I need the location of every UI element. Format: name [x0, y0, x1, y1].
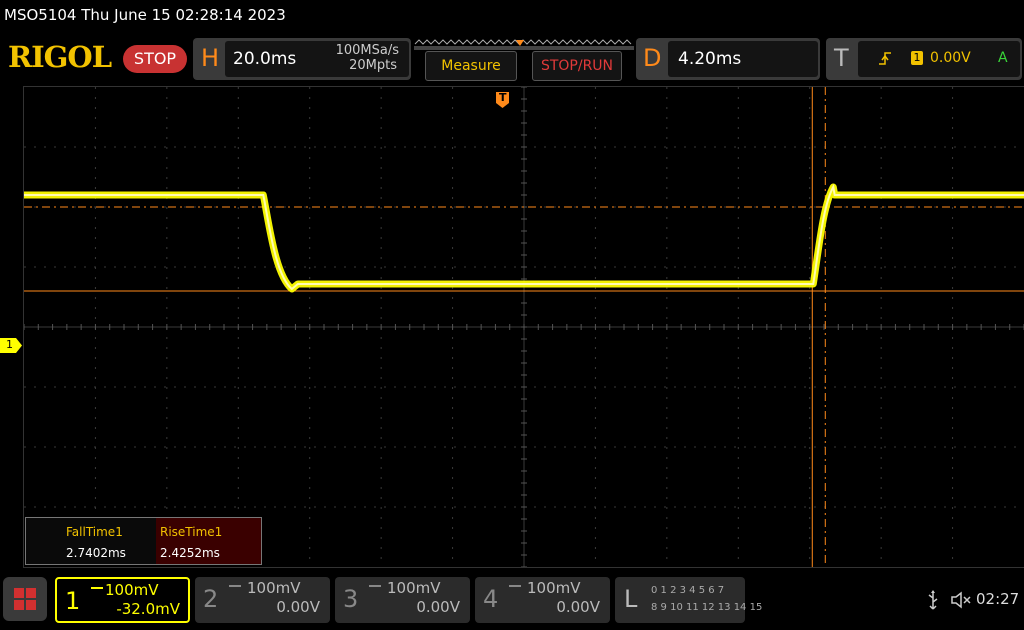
menu-grid-button[interactable] — [3, 577, 47, 621]
logic-channels-row-1: 0 1 2 3 4 5 6 7 — [651, 585, 725, 596]
delay-readout: 4.20ms — [668, 41, 818, 77]
timebase-value: 20.0ms — [233, 49, 297, 69]
title-bar: MSO5104 Thu June 15 02:28:14 2023 — [0, 0, 1024, 34]
delay-letter: D — [643, 44, 662, 72]
measurement-results[interactable]: FallTime1 2.7402ms RiseTime1 2.4252ms — [25, 517, 262, 565]
clock: 02:27 — [976, 590, 1020, 608]
dc-coupling-icon — [229, 585, 241, 593]
waveform-svg — [23, 86, 1024, 568]
channel-2-number: 2 — [203, 585, 219, 613]
trigger-readout: 1 0.00V A — [858, 41, 1020, 77]
stop-run-button[interactable]: STOP/RUN — [532, 51, 622, 81]
mute-icon[interactable] — [950, 590, 972, 610]
channel-4-scale: 100mV — [527, 579, 581, 597]
channel-2-offset: 0.00V — [276, 598, 320, 616]
channel-4-offset: 0.00V — [556, 598, 600, 616]
delay-panel[interactable]: D 4.20ms — [636, 38, 820, 80]
measure-label-rise: RiseTime1 — [160, 525, 223, 539]
dc-coupling-icon — [509, 585, 521, 593]
channel-4-number: 4 — [483, 585, 499, 613]
usb-icon — [928, 590, 938, 610]
trigger-letter: T — [834, 44, 849, 72]
device-title: MSO5104 Thu June 15 02:28:14 2023 — [4, 6, 286, 24]
measure-value-fall: 2.7402ms — [66, 546, 126, 560]
channel-4-panel[interactable]: 4 100mV 0.00V — [475, 577, 610, 623]
channel-1-number: 1 — [65, 587, 81, 615]
trigger-position-marker[interactable]: T — [496, 91, 509, 108]
memory-depth: 20Mpts — [349, 58, 397, 73]
logic-letter: L — [624, 585, 638, 613]
trigger-source-badge: 1 — [911, 51, 923, 65]
channel-2-panel[interactable]: 2 100mV 0.00V — [195, 577, 330, 623]
grid-menu-icon — [14, 588, 36, 610]
rigol-logo: RIGOL — [8, 40, 112, 74]
trigger-mode: A — [998, 50, 1008, 66]
channel-3-panel[interactable]: 3 100mV 0.00V — [335, 577, 470, 623]
channel-3-offset: 0.00V — [416, 598, 460, 616]
logic-panel[interactable]: L 0 1 2 3 4 5 6 7 8 9 10 11 12 13 14 15 — [615, 577, 762, 623]
trigger-level: 0.00V — [930, 50, 971, 66]
channel-3-scale: 100mV — [387, 579, 441, 597]
channel-1-offset: -32.0mV — [116, 600, 180, 618]
channel-1-panel[interactable]: 1 100mV -32.0mV — [55, 577, 190, 623]
horizontal-readout: 20.0ms 100MSa/s 20Mpts — [225, 41, 409, 77]
trigger-panel[interactable]: T 1 0.00V A — [826, 38, 1022, 80]
waveform-overview[interactable] — [413, 36, 635, 50]
measure-value-rise: 2.4252ms — [160, 546, 220, 560]
rising-edge-icon — [879, 52, 891, 65]
measure-button[interactable]: Measure — [425, 51, 517, 81]
logic-channels-row-2: 8 9 10 11 12 13 14 15 — [651, 602, 763, 613]
channel-2-scale: 100mV — [247, 579, 301, 597]
run-state-badge[interactable]: STOP — [123, 45, 187, 73]
channel-3-number: 3 — [343, 585, 359, 613]
overview-strip-graphic — [414, 39, 634, 50]
sample-rate: 100MSa/s — [335, 43, 399, 58]
delay-value: 4.20ms — [678, 49, 742, 69]
horizontal-letter: H — [201, 44, 220, 72]
waveform-display[interactable] — [23, 86, 1024, 568]
horizontal-panel[interactable]: H 20.0ms 100MSa/s 20Mpts — [193, 38, 411, 80]
dc-coupling-icon — [91, 587, 103, 595]
measure-label-fall: FallTime1 — [66, 525, 123, 539]
dc-coupling-icon — [369, 585, 381, 593]
ch1-offset-marker[interactable]: 1 — [0, 338, 22, 353]
channel-1-scale: 100mV — [105, 581, 159, 599]
